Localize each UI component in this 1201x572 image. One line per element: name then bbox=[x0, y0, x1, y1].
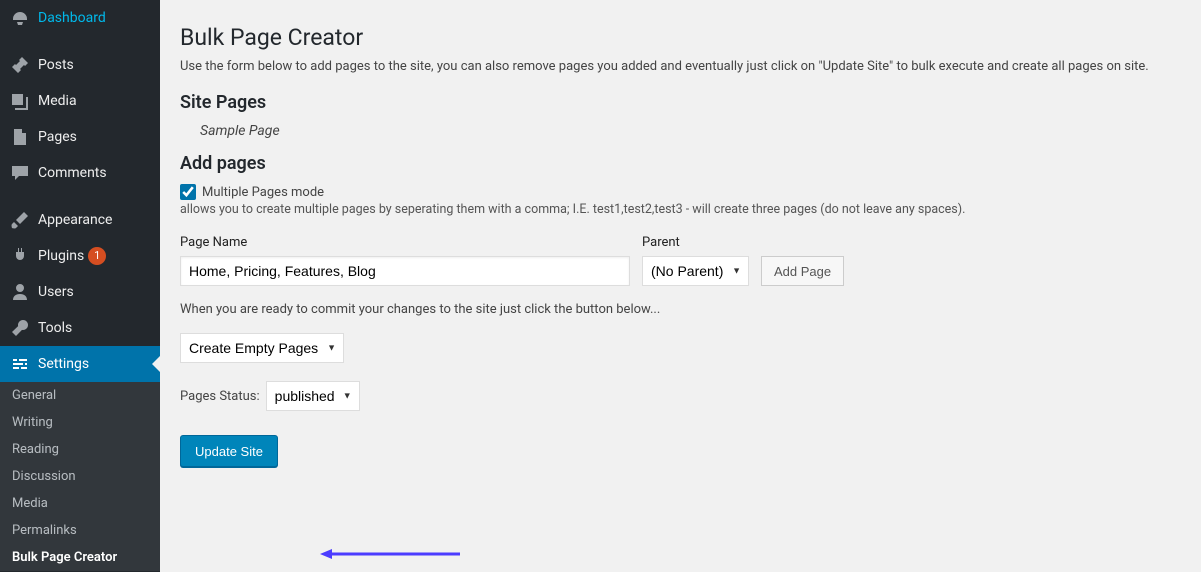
submenu-media[interactable]: Media bbox=[0, 490, 160, 517]
sidebar-item-label: Pages bbox=[38, 129, 77, 145]
sidebar-item-pages[interactable]: Pages bbox=[0, 119, 160, 155]
update-site-button[interactable]: Update Site bbox=[180, 435, 278, 467]
sidebar-item-label: Appearance bbox=[38, 212, 112, 228]
page-name-label: Page Name bbox=[180, 235, 630, 250]
submenu-reading[interactable]: Reading bbox=[0, 436, 160, 463]
sidebar-item-comments[interactable]: Comments bbox=[0, 155, 160, 191]
sidebar-item-tools[interactable]: Tools bbox=[0, 310, 160, 346]
sidebar-item-label: Posts bbox=[38, 57, 74, 73]
parent-select[interactable]: (No Parent) bbox=[642, 256, 749, 286]
media-icon bbox=[10, 91, 30, 111]
submenu-general[interactable]: General bbox=[0, 382, 160, 409]
plug-icon bbox=[10, 246, 30, 266]
submenu-writing[interactable]: Writing bbox=[0, 409, 160, 436]
pin-icon bbox=[10, 55, 30, 75]
sidebar-item-label: Tools bbox=[38, 320, 72, 336]
create-mode-select[interactable]: Create Empty Pages bbox=[180, 333, 344, 363]
dashboard-icon bbox=[10, 8, 30, 28]
comment-icon bbox=[10, 163, 30, 183]
sidebar-item-label: Settings bbox=[38, 356, 89, 372]
intro-text: Use the form below to add pages to the s… bbox=[180, 59, 1181, 74]
pages-status-label: Pages Status: bbox=[180, 389, 260, 404]
page-title: Bulk Page Creator bbox=[180, 24, 1181, 51]
submenu-bulk-page-creator[interactable]: Bulk Page Creator bbox=[0, 544, 160, 571]
sidebar-item-label: Users bbox=[38, 284, 74, 300]
main-content: Bulk Page Creator Use the form below to … bbox=[160, 0, 1201, 572]
add-page-button[interactable]: Add Page bbox=[761, 256, 844, 286]
sidebar-item-users[interactable]: Users bbox=[0, 274, 160, 310]
sample-page-item: Sample Page bbox=[180, 123, 1181, 139]
wrench-icon bbox=[10, 318, 30, 338]
sidebar-item-appearance[interactable]: Appearance bbox=[0, 202, 160, 238]
submenu-discussion[interactable]: Discussion bbox=[0, 463, 160, 490]
update-badge: 1 bbox=[88, 247, 106, 265]
commit-note: When you are ready to commit your change… bbox=[180, 302, 1181, 317]
multiple-pages-checkbox[interactable] bbox=[180, 184, 196, 200]
sidebar-item-settings[interactable]: Settings bbox=[0, 346, 160, 382]
submenu-permalinks[interactable]: Permalinks bbox=[0, 517, 160, 544]
multiple-pages-label: Multiple Pages mode bbox=[202, 185, 324, 200]
add-pages-heading: Add pages bbox=[180, 153, 1181, 174]
sidebar-item-label: Plugins bbox=[38, 248, 84, 264]
annotation-arrow bbox=[320, 548, 460, 558]
brush-icon bbox=[10, 210, 30, 230]
parent-label: Parent bbox=[642, 235, 749, 250]
user-icon bbox=[10, 282, 30, 302]
sidebar-item-media[interactable]: Media bbox=[0, 83, 160, 119]
sidebar-item-label: Dashboard bbox=[38, 10, 106, 26]
sidebar-item-dashboard[interactable]: Dashboard bbox=[0, 0, 160, 36]
sliders-icon bbox=[10, 354, 30, 374]
admin-sidebar: Dashboard Posts Media Pages Comments App… bbox=[0, 0, 160, 572]
site-pages-heading: Site Pages bbox=[180, 92, 1181, 113]
pages-status-select[interactable]: published bbox=[266, 381, 360, 411]
sidebar-item-label: Media bbox=[38, 93, 77, 109]
settings-submenu: General Writing Reading Discussion Media… bbox=[0, 382, 160, 571]
multiple-pages-hint: allows you to create multiple pages by s… bbox=[180, 202, 1181, 217]
sidebar-item-label: Comments bbox=[38, 165, 107, 181]
sidebar-item-plugins[interactable]: Plugins 1 bbox=[0, 238, 160, 274]
page-name-input[interactable] bbox=[180, 256, 630, 286]
sidebar-item-posts[interactable]: Posts bbox=[0, 47, 160, 83]
pages-icon bbox=[10, 127, 30, 147]
